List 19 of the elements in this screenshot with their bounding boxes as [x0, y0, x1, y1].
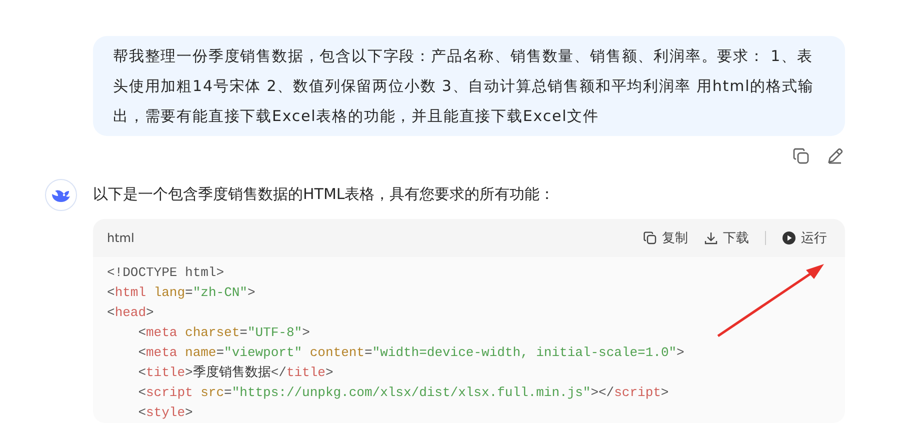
code-line: <title>季度销售数据</title>	[137, 364, 334, 382]
edit-icon[interactable]	[826, 147, 844, 165]
copy-icon	[643, 231, 657, 245]
code-line: <meta name="viewport" content="width=device-width, initial-scale=1.0">	[137, 344, 686, 362]
download-button[interactable]: 下载	[704, 229, 749, 247]
code-line: <style>	[137, 404, 194, 422]
code-line: <script src="https://unpkg.com/xlsx/dist/xlsx.full.min.js"></script>	[137, 384, 670, 402]
assistant-message: 以下是一个包含季度销售数据的HTML表格，具有您要求的所有功能：	[93, 184, 556, 205]
code-language: html	[107, 231, 134, 245]
code-line: <head>	[107, 304, 155, 322]
copy-button[interactable]: 复制	[643, 229, 688, 247]
code-line: <!DOCTYPE html>	[107, 264, 226, 282]
copy-icon[interactable]	[792, 147, 810, 165]
code-line: <html lang="zh-CN">	[107, 284, 256, 302]
run-button[interactable]: 运行	[782, 229, 827, 247]
code-line: <meta charset="UTF-8">	[137, 324, 311, 342]
download-icon	[704, 231, 718, 245]
user-message: 帮我整理一份季度销售数据，包含以下字段：产品名称、销售数量、销售额、利润率。要求： 1、表头使用加粗14号宋体 2、数值列保留两位小数 3、自动计算总销售额和平均利润率 用html的格式输出，需要有能直接下载Excel表格的功能，并且能直接下载Excel文件	[93, 36, 845, 136]
play-icon	[782, 231, 796, 245]
